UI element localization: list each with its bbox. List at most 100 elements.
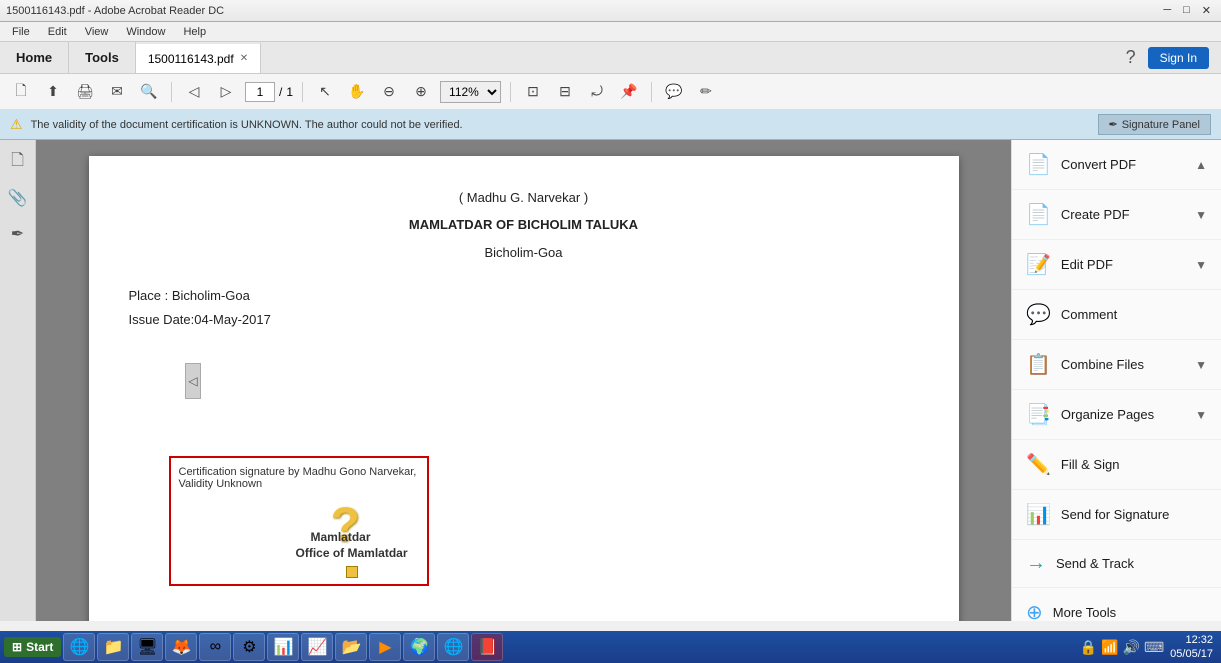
edit-pdf-label: Edit PDF	[1061, 257, 1113, 272]
combine-files-label: Combine Files	[1061, 357, 1144, 372]
send-track-item[interactable]: → Send & Track	[1012, 540, 1221, 588]
new-file-btn[interactable]: 🗋	[8, 79, 34, 105]
page-number-input[interactable]: 1	[245, 82, 275, 102]
taskbar-folder-icon[interactable]: 📁	[97, 633, 129, 661]
taskbar-firefox-icon[interactable]: 🦊	[165, 633, 197, 661]
minimize-btn[interactable]: ─	[1159, 3, 1175, 18]
left-sidebar: 🗋 📎 ✒	[0, 140, 36, 621]
help-icon[interactable]: ?	[1126, 47, 1136, 68]
prev-page-btn[interactable]: ◁	[181, 79, 207, 105]
sep3	[510, 82, 511, 102]
taskbar-chart-icon[interactable]: 📈	[301, 633, 333, 661]
fit-page-btn[interactable]: ⊡	[520, 79, 546, 105]
rotate-btn[interactable]: ⤾	[584, 79, 610, 105]
collapse-panel-arrow[interactable]: ◁	[185, 363, 201, 399]
systray-icon-3: 🔊	[1123, 639, 1140, 656]
convert-pdf-expand-icon: ▲	[1195, 158, 1207, 172]
send-track-icon: →	[1026, 552, 1046, 575]
clock-time: 12:32	[1170, 633, 1213, 647]
print-btn[interactable]: 🖨	[72, 79, 98, 105]
pdf-area[interactable]: ( Madhu G. Narvekar ) MAMLATDAR OF BICHO…	[36, 140, 1011, 621]
attach-tool-btn[interactable]: 📎	[4, 184, 32, 212]
comment-btn[interactable]: 💬	[661, 79, 687, 105]
fill-sign-item[interactable]: ✏️ Fill & Sign	[1012, 440, 1221, 490]
menu-help[interactable]: Help	[175, 24, 214, 40]
comment-icon: 💬	[1026, 302, 1051, 327]
nav-right: ? Sign In	[1126, 42, 1221, 73]
title-bar: 1500116143.pdf - Adobe Acrobat Reader DC…	[0, 0, 1221, 22]
sign-tool-btn[interactable]: ✒	[4, 220, 32, 248]
organize-pages-item[interactable]: 📑 Organize Pages ▼	[1012, 390, 1221, 440]
home-button[interactable]: Home	[0, 42, 69, 73]
zoom-out-btn[interactable]: ⊖	[376, 79, 402, 105]
edit-pdf-expand-icon: ▼	[1195, 258, 1207, 272]
sig-square-icon	[346, 566, 358, 578]
taskbar-ie-icon[interactable]: 🌐	[63, 633, 95, 661]
zoom-in-btn[interactable]: ⊕	[408, 79, 434, 105]
convert-pdf-item[interactable]: 📄 Convert PDF ▲	[1012, 140, 1221, 190]
email-btn[interactable]: ✉	[104, 79, 130, 105]
warning-icon: ⚠	[10, 116, 23, 133]
notification-bar: ⚠ The validity of the document certifica…	[0, 110, 1221, 140]
sign-in-button[interactable]: Sign In	[1148, 47, 1209, 69]
comment-item[interactable]: 💬 Comment	[1012, 290, 1221, 340]
sig-office: Office of Mamlatdar	[296, 546, 408, 560]
tab-area: 1500116143.pdf ✕	[136, 42, 1126, 73]
taskbar-acrobat-icon[interactable]: 📕	[471, 633, 503, 661]
edit-pdf-icon: 📝	[1026, 252, 1051, 277]
close-btn[interactable]: ✕	[1198, 3, 1215, 18]
combine-files-item[interactable]: 📋 Combine Files ▼	[1012, 340, 1221, 390]
menu-edit[interactable]: Edit	[40, 24, 75, 40]
select-tool-btn[interactable]: ↖	[312, 79, 338, 105]
hand-tool-btn[interactable]: ✋	[344, 79, 370, 105]
draw-btn[interactable]: ✏	[693, 79, 719, 105]
taskbar-chrome-icon[interactable]: 🌐	[437, 633, 469, 661]
pdf-tab[interactable]: 1500116143.pdf ✕	[136, 42, 261, 73]
pdf-location: Bicholim-Goa	[484, 245, 562, 260]
combine-files-icon: 📋	[1026, 352, 1051, 377]
send-for-signature-item[interactable]: 📊 Send for Signature	[1012, 490, 1221, 540]
taskbar-right: 🔒 📶 🔊 ⌨ 12:32 05/05/17	[1080, 633, 1217, 662]
maximize-btn[interactable]: □	[1179, 3, 1194, 18]
bookmark-btn[interactable]: 📌	[616, 79, 642, 105]
menu-window[interactable]: Window	[118, 24, 173, 40]
open-btn[interactable]: ⬆	[40, 79, 66, 105]
taskbar-vlc-icon[interactable]: ▶	[369, 633, 401, 661]
title-bar-controls[interactable]: ─ □ ✕	[1159, 3, 1215, 18]
taskbar-excel-icon[interactable]: 📊	[267, 633, 299, 661]
tab-close-icon[interactable]: ✕	[240, 53, 248, 64]
systray: 🔒 📶 🔊 ⌨	[1080, 639, 1165, 656]
clock-date: 05/05/17	[1170, 647, 1213, 661]
sig-mamlatdar: Mamlatdar	[311, 530, 371, 544]
taskbar-monitor-icon[interactable]: 🖥	[131, 633, 163, 661]
taskbar-corel-icon[interactable]: ∞	[199, 633, 231, 661]
next-page-btn[interactable]: ▷	[213, 79, 239, 105]
zoom-select[interactable]: 50% 75% 100% 112% 125% 150% 200%	[440, 81, 501, 103]
menu-view[interactable]: View	[77, 24, 117, 40]
send-for-signature-label: Send for Signature	[1061, 507, 1169, 522]
create-tool-btn[interactable]: 🗋	[4, 148, 32, 176]
taskbar-settings-icon[interactable]: ⚙	[233, 633, 265, 661]
start-button[interactable]: ⊞ Start	[4, 637, 61, 657]
pdf-place: Place : Bicholim-Goa	[129, 284, 919, 307]
sep2	[302, 82, 303, 102]
create-pdf-item[interactable]: 📄 Create PDF ▼	[1012, 190, 1221, 240]
start-label: Start	[26, 640, 53, 654]
sep1	[171, 82, 172, 102]
taskbar-opera-icon[interactable]: 🌍	[403, 633, 435, 661]
combine-files-expand-icon: ▼	[1195, 358, 1207, 372]
fit-width-btn[interactable]: ⊟	[552, 79, 578, 105]
menu-file[interactable]: File	[4, 24, 38, 40]
find-btn[interactable]: 🔍	[136, 79, 162, 105]
notif-text: The validity of the document certificati…	[31, 119, 1090, 131]
tools-button[interactable]: Tools	[69, 42, 136, 73]
create-pdf-expand-icon: ▼	[1195, 208, 1207, 222]
edit-pdf-item[interactable]: 📝 Edit PDF ▼	[1012, 240, 1221, 290]
more-tools-item[interactable]: ⊕ More Tools	[1012, 588, 1221, 621]
signature-panel-button[interactable]: ✒ Signature Panel	[1098, 114, 1212, 135]
convert-pdf-icon: 📄	[1026, 152, 1051, 177]
signature-box: Certification signature by Madhu Gono Na…	[169, 456, 429, 586]
taskbar-explore-icon[interactable]: 📂	[335, 633, 367, 661]
right-panel: 📄 Convert PDF ▲ 📄 Create PDF ▼ 📝 Edit PD…	[1011, 140, 1221, 621]
pdf-name: ( Madhu G. Narvekar )	[459, 190, 588, 205]
